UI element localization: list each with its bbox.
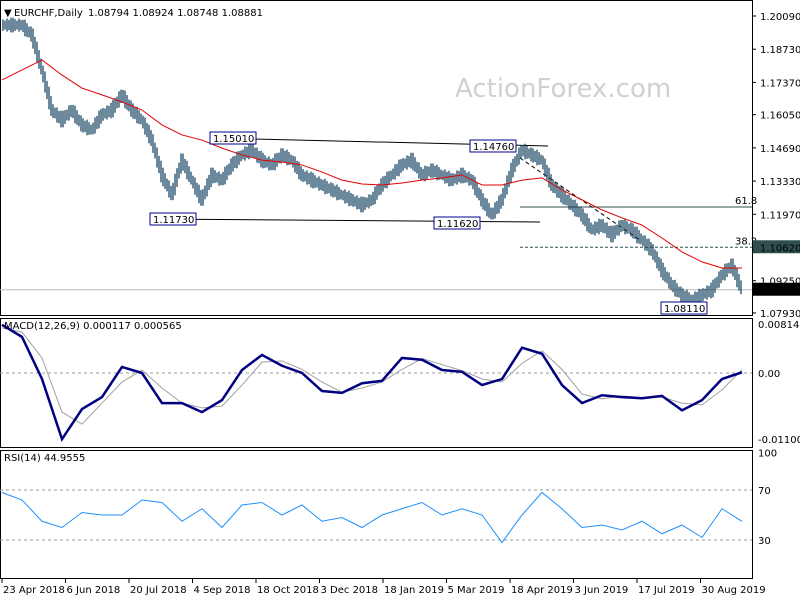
current-price-label: 1.08881 xyxy=(760,286,800,297)
rsi-title: RSI(14) 44.9555 xyxy=(4,453,85,464)
x-tick-label: 20 Jul 2018 xyxy=(130,585,187,596)
y-tick-label: 1.13330 xyxy=(760,177,800,188)
y-tick-label: 100 xyxy=(758,449,777,460)
ohlc-readout: 1.08794 1.08924 1.08748 1.08881 xyxy=(88,8,263,19)
y-tick-label: 0.008143 xyxy=(758,320,800,331)
x-tick-label: 18 Apr 2019 xyxy=(511,585,573,596)
y-tick-label: -0.011007 xyxy=(758,435,800,446)
fib-level-label: 61.8 xyxy=(735,196,757,207)
x-axis: 23 Apr 2018 6 Jun 2018 20 Jul 2018 4 Sep 20… xyxy=(1,579,766,596)
collapse-triangle-icon[interactable]: ▼ xyxy=(4,8,12,19)
y-tick-label: 1.20090 xyxy=(760,12,800,23)
rsi-line xyxy=(1,491,743,544)
macd-line xyxy=(1,323,743,443)
price-panel[interactable]: 1.20090 1.18730 1.17370 1.16050 1.14690 1.133… xyxy=(0,0,800,320)
rsi-panel[interactable]: 100 70 30 xyxy=(0,449,777,579)
y-tick-label: 1.07930 xyxy=(760,309,800,320)
macd-frame xyxy=(0,318,753,448)
watermark: ActionForex.com xyxy=(455,74,671,104)
chart-title: EURCHF,Daily xyxy=(14,8,83,19)
x-tick-label: 5 Mar 2019 xyxy=(448,585,505,596)
price-annotation-label: 1.11620 xyxy=(437,219,478,230)
x-tick-label: 17 Jul 2019 xyxy=(638,585,695,596)
chart-window: ActionForex.com 1.20090 1.18730 1.17370 1.1… xyxy=(0,0,800,596)
y-tick-label: 30 xyxy=(758,536,771,547)
signal-line xyxy=(1,327,743,425)
price-annotation-label: 1.11730 xyxy=(153,215,194,226)
y-tick-label: 0.00 xyxy=(758,369,780,380)
y-tick-label: 1.18730 xyxy=(760,45,800,56)
x-tick-label: 23 Apr 2018 xyxy=(3,585,65,596)
x-tick-label: 18 Jan 2019 xyxy=(384,585,444,596)
x-tick-label: 6 Jun 2018 xyxy=(67,585,121,596)
macd-title: MACD(12,26,9) 0.000117 0.000565 xyxy=(4,321,182,332)
price-frame xyxy=(0,0,753,316)
macd-panel[interactable]: 0.008143 0.00 -0.011007 xyxy=(0,318,800,448)
price-tag-label: 1.10620 xyxy=(760,243,800,254)
x-tick-label: 18 Oct 2018 xyxy=(257,585,319,596)
x-tick-label: 3 Jun 2019 xyxy=(575,585,629,596)
x-tick-label: 4 Sep 2018 xyxy=(194,585,251,596)
price-annotation-label: 1.08110 xyxy=(664,304,705,315)
y-tick-label: 1.16050 xyxy=(760,111,800,122)
x-tick-label: 30 Aug 2019 xyxy=(702,585,766,596)
y-tick-label: 1.17370 xyxy=(760,78,800,89)
x-tick-label: 3 Dec 2018 xyxy=(321,585,379,596)
support-trendline xyxy=(149,218,541,223)
y-tick-label: 1.14690 xyxy=(760,144,800,155)
price-annotation-label: 1.15010 xyxy=(213,134,254,145)
y-tick-label: 70 xyxy=(758,486,771,497)
price-annotation-label: 1.14760 xyxy=(473,142,514,153)
y-tick-label: 1.11970 xyxy=(760,210,800,221)
